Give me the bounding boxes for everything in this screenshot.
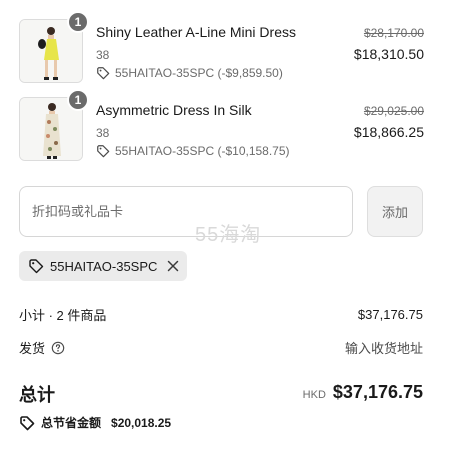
product-name: Asymmetric Dress In Silk xyxy=(96,102,252,118)
applied-code-text: 55HAITAO-35SPC xyxy=(50,258,158,274)
thumbnail-wrapper: 1 xyxy=(19,11,89,83)
product-discount-text: 55HAITAO-35SPC (-$10,158.75) xyxy=(115,144,290,158)
quantity-badge: 1 xyxy=(67,11,89,33)
sale-price: $18,866.25 xyxy=(353,124,424,140)
savings-label: 总节省金额 xyxy=(41,416,102,430)
product-size: 38 xyxy=(96,126,110,140)
quantity-badge: 1 xyxy=(67,89,89,111)
product-name: Shiny Leather A-Line Mini Dress xyxy=(96,24,296,40)
subtotal-value: $37,176.75 xyxy=(357,307,423,322)
discount-code-input[interactable] xyxy=(19,186,353,237)
tag-icon xyxy=(29,259,44,274)
shipping-label: 发货 xyxy=(19,341,46,356)
applied-code-chip: 55HAITAO-35SPC xyxy=(19,251,188,281)
currency-code: HKD xyxy=(302,389,326,401)
shipping-value: 输入收货地址 xyxy=(344,341,423,356)
product-discount-text: 55HAITAO-35SPC (-$9,859.50) xyxy=(115,66,283,80)
total-savings: 总节省金额 $20,018.25 xyxy=(19,414,171,431)
original-price: $29,025.00 xyxy=(363,104,424,118)
shipping-label-wrap: 发货 xyxy=(19,338,65,357)
total-amount: $37,176.75 xyxy=(332,382,423,402)
subtotal-row: 小计 · 2 件商品 $37,176.75 xyxy=(19,305,423,324)
subtotal-label: 小计 · 2 件商品 xyxy=(19,308,107,323)
apply-code-button[interactable]: 添加 xyxy=(367,186,423,237)
product-size: 38 xyxy=(96,48,110,62)
remove-code-button[interactable] xyxy=(167,260,179,272)
product-discount: 55HAITAO-35SPC (-$10,158.75) xyxy=(96,144,290,158)
tag-icon xyxy=(20,415,35,430)
total-amount-wrap: HKD $37,176.75 xyxy=(303,382,423,403)
original-price: $28,170.00 xyxy=(363,26,424,40)
shipping-row: 发货 输入收货地址 xyxy=(19,338,423,357)
savings-value: $20,018.25 xyxy=(111,415,172,430)
line-item: 1 Asymmetric Dress In Silk 38 55HAITAO-3… xyxy=(19,89,424,163)
total-label: 总计 xyxy=(19,385,55,405)
close-icon xyxy=(168,260,179,272)
tag-icon xyxy=(97,67,110,80)
tag-icon xyxy=(97,145,110,158)
line-item: 1 Shiny Leather A-Line Mini Dress 38 55H… xyxy=(19,11,424,85)
help-circle-icon[interactable] xyxy=(51,341,65,355)
product-discount: 55HAITAO-35SPC (-$9,859.50) xyxy=(96,66,283,80)
sale-price: $18,310.50 xyxy=(353,46,424,62)
thumbnail-wrapper: 1 xyxy=(19,89,89,161)
